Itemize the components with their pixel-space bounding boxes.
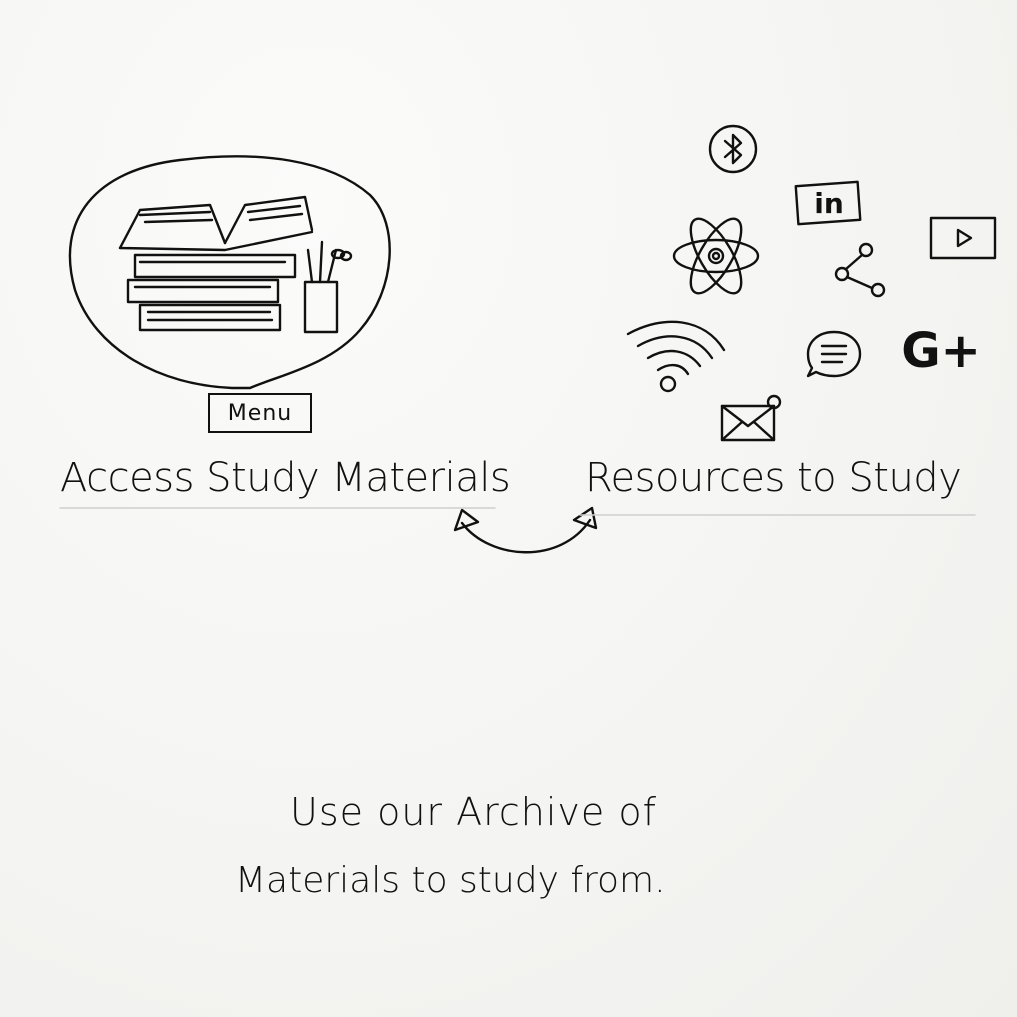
- caption-line-1: Use our Archive of: [290, 790, 657, 834]
- double-arrow-icon: [453, 506, 598, 554]
- access-study-materials-link[interactable]: Access Study Materials: [60, 455, 511, 501]
- caption-line-2: Materials to study from.: [235, 860, 666, 901]
- wifi-icon[interactable]: [624, 314, 728, 396]
- atom-icon[interactable]: [670, 208, 762, 304]
- bluetooth-icon[interactable]: [706, 122, 760, 176]
- books-illustration: [118, 195, 353, 334]
- resources-to-study-link[interactable]: Resources to Study: [585, 455, 962, 501]
- speech-bubble: [68, 155, 391, 390]
- chat-icon[interactable]: [804, 326, 864, 380]
- google-plus-icon[interactable]: G+: [896, 320, 986, 382]
- linkedin-icon[interactable]: in: [794, 178, 864, 228]
- menu-button-label: Menu: [227, 400, 293, 426]
- share-icon[interactable]: [832, 238, 888, 300]
- menu-button[interactable]: Menu: [208, 393, 312, 433]
- play-video-icon[interactable]: [928, 214, 998, 262]
- mail-notification-icon[interactable]: [718, 392, 784, 444]
